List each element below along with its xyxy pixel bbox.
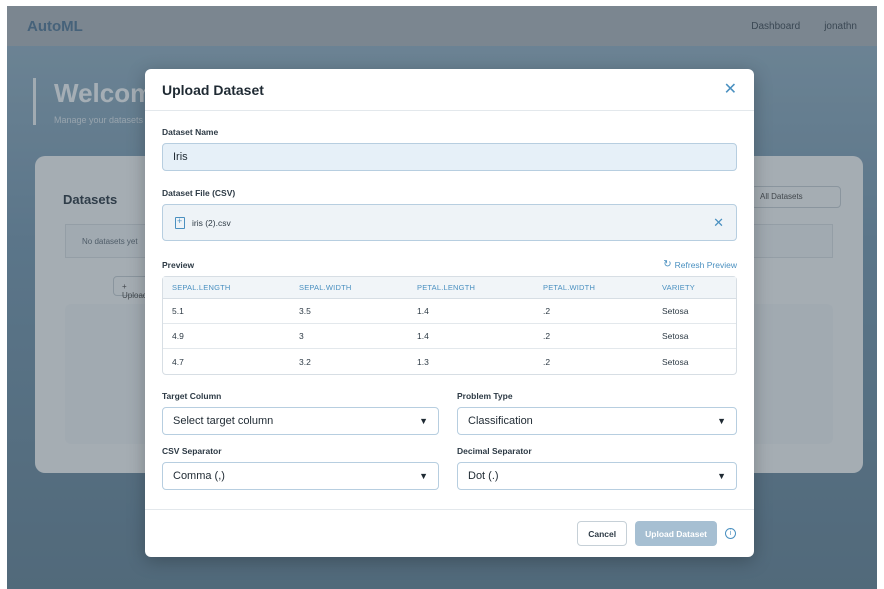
close-icon[interactable]: ✕ xyxy=(724,81,737,98)
table-cell: Setosa xyxy=(662,356,689,367)
decimal-separator-label: Decimal Separator xyxy=(457,446,532,456)
table-cell: .2 xyxy=(543,356,551,367)
upload-dataset-modal: Upload Dataset ✕ Dataset Name Iris Datas… xyxy=(145,69,754,557)
column-header: VARIETY xyxy=(653,277,736,299)
problem-type-label: Problem Type xyxy=(457,391,513,401)
dataset-name-label: Dataset Name xyxy=(162,127,219,137)
table-row: 4.7 3.2 1.3 .2 Setosa xyxy=(163,349,736,374)
cancel-button[interactable]: Cancel xyxy=(577,521,628,546)
preview-label: Preview xyxy=(162,259,195,270)
file-dropzone[interactable]: iris (2).csv ✕ xyxy=(162,204,737,241)
modal-header: Upload Dataset ✕ xyxy=(145,69,754,111)
table-cell: .2 xyxy=(534,324,653,349)
table-cell: 1.4 xyxy=(408,299,534,324)
target-column-label: Target Column xyxy=(162,391,222,401)
options-grid: Target Column Select target column ▼ CSV… xyxy=(162,391,737,501)
csv-separator-select[interactable]: Comma (,) ▼ xyxy=(162,462,439,490)
chevron-down-icon: ▼ xyxy=(419,471,428,481)
chevron-down-icon: ▼ xyxy=(419,416,428,426)
refresh-preview-button[interactable]: ↻ Refresh Preview xyxy=(663,259,737,270)
table-cell: .2 xyxy=(534,299,653,324)
preview-table: SEPAL.LENGTH SEPAL.WIDTH PETAL.LENGTH PE… xyxy=(162,276,737,375)
table-cell: 5.1 xyxy=(163,299,290,324)
info-icon[interactable]: i xyxy=(725,528,736,539)
modal-footer: Cancel Upload Dataset i xyxy=(145,509,754,557)
table-row: 5.1 3.5 1.4 .2 Setosa xyxy=(163,299,736,324)
chevron-down-icon: ▼ xyxy=(717,471,726,481)
refresh-preview-label: Refresh Preview xyxy=(674,259,737,270)
table-cell: 1.3 xyxy=(417,356,429,367)
file-add-icon xyxy=(175,216,185,229)
decimal-separator-select[interactable]: Dot (.) ▼ xyxy=(457,462,737,490)
file-name: iris (2).csv xyxy=(192,217,231,228)
csv-separator-value: Comma (,) xyxy=(173,470,225,482)
table-cell: 4.7 xyxy=(172,356,184,367)
decimal-separator-value: Dot (.) xyxy=(468,470,499,482)
table-cell: 3 xyxy=(290,324,408,349)
target-column-select[interactable]: Select target column ▼ xyxy=(162,407,439,435)
table-cell: 3.5 xyxy=(290,299,408,324)
table-cell: Setosa xyxy=(653,324,736,349)
dataset-name-input[interactable]: Iris xyxy=(162,143,737,171)
column-header: SEPAL.WIDTH xyxy=(290,277,408,299)
problem-type-value: Classification xyxy=(468,415,533,427)
table-row: 4.9 3 1.4 .2 Setosa xyxy=(163,324,736,349)
column-header: PETAL.WIDTH xyxy=(534,277,653,299)
table-cell: 3.2 xyxy=(299,356,311,367)
preview-header: Preview ↻ Refresh Preview xyxy=(162,259,737,270)
options-left-column: Target Column Select target column ▼ CSV… xyxy=(162,391,439,501)
column-header: PETAL.LENGTH xyxy=(408,277,534,299)
options-right-column: Problem Type Classification ▼ Decimal Se… xyxy=(457,391,737,501)
table-cell: 4.9 xyxy=(163,324,290,349)
column-header: SEPAL.LENGTH xyxy=(163,277,290,299)
csv-separator-label: CSV Separator xyxy=(162,446,222,456)
table-cell: Setosa xyxy=(653,299,736,324)
upload-dataset-button[interactable]: Upload Dataset xyxy=(635,521,717,546)
clear-file-icon[interactable]: ✕ xyxy=(713,215,724,231)
modal-title: Upload Dataset xyxy=(162,81,264,98)
chevron-down-icon: ▼ xyxy=(717,416,726,426)
table-cell: 1.4 xyxy=(408,324,534,349)
modal-body: Dataset Name Iris Dataset File (CSV) iri… xyxy=(145,111,754,501)
table-header-row: SEPAL.LENGTH SEPAL.WIDTH PETAL.LENGTH PE… xyxy=(163,277,736,299)
target-column-value: Select target column xyxy=(173,415,274,427)
refresh-icon: ↻ xyxy=(663,259,672,270)
problem-type-select[interactable]: Classification ▼ xyxy=(457,407,737,435)
dataset-file-label: Dataset File (CSV) xyxy=(162,188,236,198)
